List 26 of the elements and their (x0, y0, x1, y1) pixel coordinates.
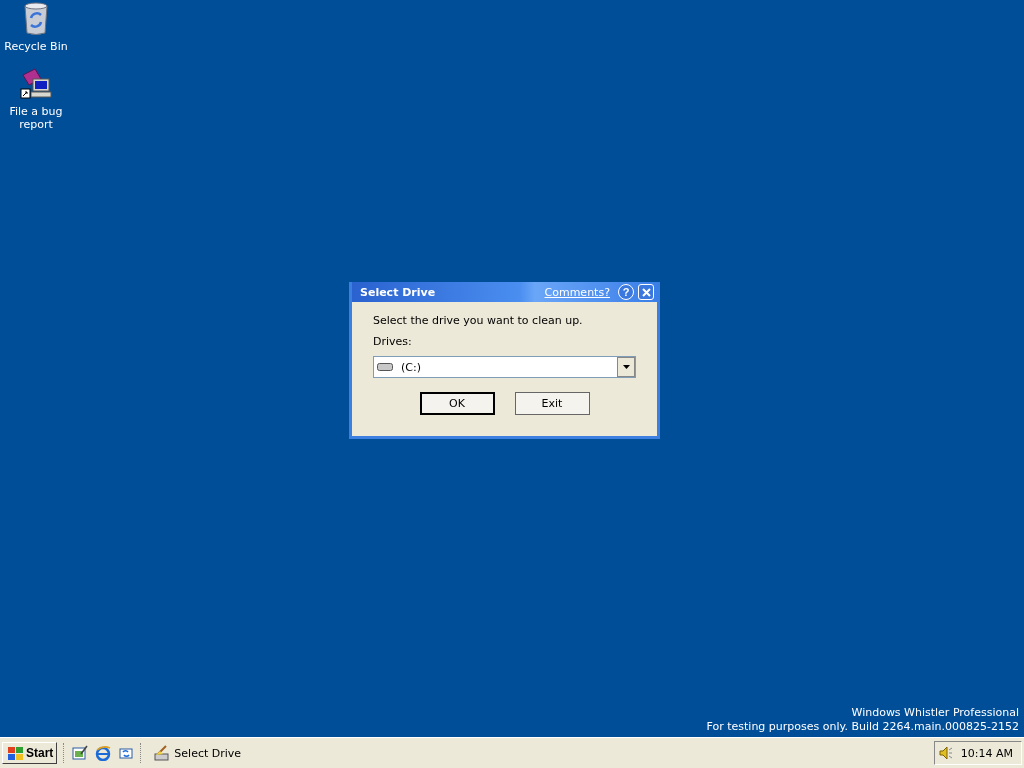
window-title: Select Drive (360, 285, 437, 299)
taskbar-button[interactable]: Select Drive (149, 741, 310, 765)
desktop-window-icon[interactable] (72, 745, 89, 761)
arrows-window-icon[interactable] (118, 745, 135, 761)
broom-disk-icon (154, 745, 171, 761)
dropdown-button[interactable] (617, 357, 635, 377)
windows-flag-icon (6, 746, 24, 760)
start-button[interactable]: Start (2, 742, 58, 764)
desktop-icon-label[interactable]: Recycle Bin (4, 40, 68, 53)
drive-dropdown[interactable]: (C:) (373, 356, 636, 378)
drives-label: Drives: (373, 335, 413, 348)
ok-button[interactable]: OK (419, 392, 495, 415)
build-info-text: For testing purposes only. Build 2264.main.000825-2152 (706, 720, 1019, 734)
exit-button[interactable]: Exit (514, 392, 590, 415)
speaker-icon[interactable] (938, 746, 953, 760)
clock[interactable]: 10:14 AM (960, 746, 1013, 760)
caret-icon (622, 365, 630, 369)
close-icon (641, 287, 651, 297)
prompt-text: Select the drive you want to clean up. (373, 314, 584, 327)
drive-icon (377, 363, 393, 371)
browser-icon[interactable] (95, 745, 112, 761)
book-and-computer-icon (19, 67, 53, 101)
desktop-icon-label[interactable]: File a bug report (4, 105, 68, 131)
build-info-text: Windows Whistler Professional (850, 706, 1019, 720)
close-button[interactable] (638, 284, 654, 300)
help-button[interactable]: ? (618, 284, 634, 300)
